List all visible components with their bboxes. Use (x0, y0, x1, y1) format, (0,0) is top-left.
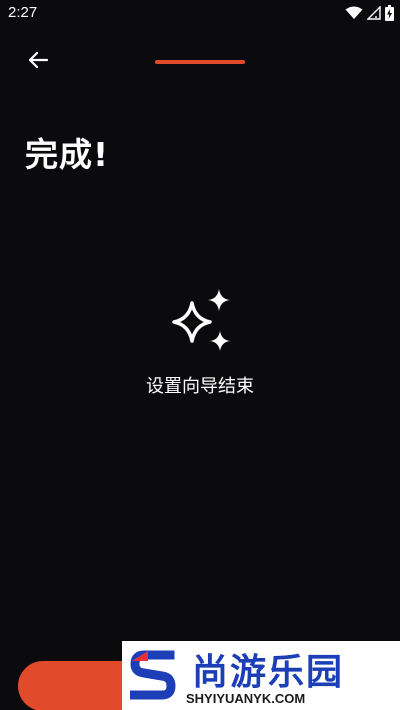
status-time: 2:27 (8, 4, 38, 21)
watermark: 尚游乐园 SHYIYUANYK.COM (122, 641, 400, 710)
watermark-title: 尚游乐园 (192, 652, 345, 693)
progress-indicator (155, 60, 245, 64)
watermark-url: SHYIYUANYK.COM (186, 691, 306, 706)
wifi-icon (345, 6, 363, 20)
page-title: 完成! (25, 135, 110, 174)
back-button[interactable] (24, 50, 52, 74)
completion-message: 设置向导结束 (146, 376, 254, 397)
watermark-logo (129, 647, 176, 705)
status-icons (345, 5, 394, 21)
signal-icon (367, 6, 381, 20)
arrow-left-icon (27, 50, 49, 74)
status-bar: 2:27 (0, 0, 400, 26)
battery-charging-icon (385, 5, 394, 21)
sparkles-icon (162, 285, 238, 357)
